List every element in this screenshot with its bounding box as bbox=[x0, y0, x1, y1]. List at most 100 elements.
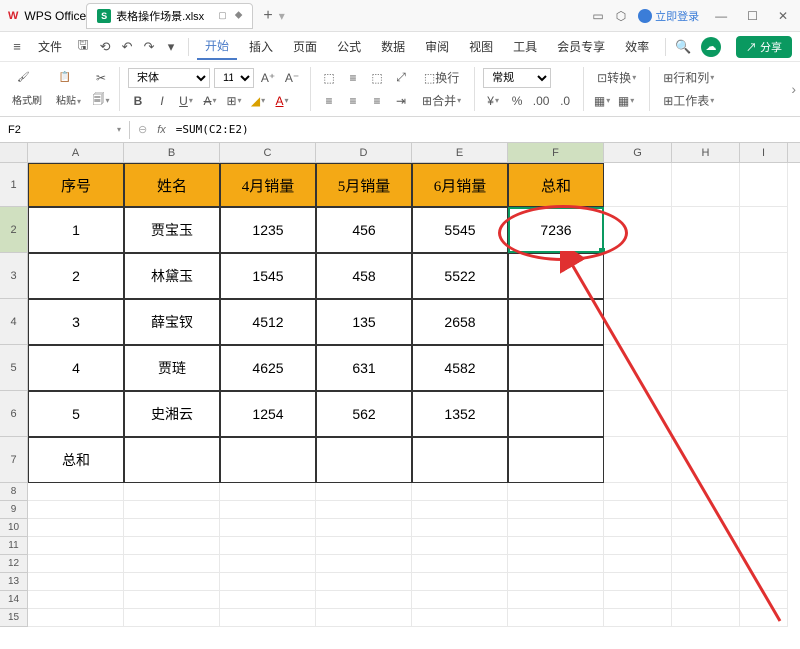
font-color-button[interactable]: A▾ bbox=[272, 91, 292, 111]
data-cell[interactable]: 631 bbox=[316, 345, 412, 391]
cell[interactable] bbox=[412, 555, 508, 573]
col-header-B[interactable]: B bbox=[124, 143, 220, 162]
cell[interactable] bbox=[124, 501, 220, 519]
cell[interactable] bbox=[316, 555, 412, 573]
convert-button[interactable]: ⊡ 转换▾ bbox=[592, 68, 641, 88]
cell[interactable] bbox=[220, 519, 316, 537]
cube-icon[interactable]: ⬡ bbox=[616, 9, 626, 23]
increase-font-button[interactable]: A⁺ bbox=[258, 68, 278, 88]
hamburger-icon[interactable]: ≡ bbox=[8, 38, 26, 56]
tab-start[interactable]: 开始 bbox=[197, 33, 237, 60]
header-cell[interactable]: 姓名 bbox=[124, 163, 220, 207]
data-cell[interactable]: 4625 bbox=[220, 345, 316, 391]
cell[interactable] bbox=[672, 609, 740, 627]
fill-handle[interactable] bbox=[599, 248, 605, 254]
cell[interactable] bbox=[740, 573, 788, 591]
cell[interactable] bbox=[740, 345, 788, 391]
cell[interactable] bbox=[508, 573, 604, 591]
cell[interactable] bbox=[220, 537, 316, 555]
data-cell[interactable] bbox=[316, 437, 412, 483]
cell[interactable] bbox=[316, 483, 412, 501]
tab-page[interactable]: 页面 bbox=[285, 34, 325, 59]
minimize-button[interactable]: — bbox=[711, 7, 731, 25]
align-top-button[interactable]: ⬚ bbox=[319, 68, 339, 88]
percent-button[interactable]: % bbox=[507, 91, 527, 111]
col-header-C[interactable]: C bbox=[220, 143, 316, 162]
total-label-cell[interactable]: 总和 bbox=[28, 437, 124, 483]
cell[interactable] bbox=[124, 537, 220, 555]
namebox-dropdown-icon[interactable]: ▾ bbox=[117, 125, 121, 134]
cell[interactable] bbox=[604, 537, 672, 555]
row-header-11[interactable]: 11 bbox=[0, 537, 28, 555]
cell[interactable] bbox=[28, 519, 124, 537]
cell[interactable] bbox=[740, 253, 788, 299]
cell[interactable] bbox=[740, 501, 788, 519]
ribbon-expand-icon[interactable]: › bbox=[791, 81, 796, 97]
cell[interactable] bbox=[124, 519, 220, 537]
data-cell[interactable]: 3 bbox=[28, 299, 124, 345]
data-cell[interactable]: 史湘云 bbox=[124, 391, 220, 437]
cell[interactable] bbox=[316, 501, 412, 519]
cell[interactable] bbox=[220, 609, 316, 627]
data-cell[interactable]: 1 bbox=[28, 207, 124, 253]
align-center-button[interactable]: ≡ bbox=[343, 91, 363, 111]
file-tab[interactable]: S 表格操作场景.xlsx ▢ ⬥ bbox=[86, 3, 253, 29]
cell[interactable] bbox=[672, 537, 740, 555]
cell[interactable] bbox=[220, 555, 316, 573]
undo-icon[interactable]: ↶ bbox=[118, 38, 136, 56]
cell[interactable] bbox=[604, 345, 672, 391]
tab-review[interactable]: 审阅 bbox=[417, 34, 457, 59]
cell[interactable] bbox=[740, 537, 788, 555]
format-painter-button[interactable]: 🖌 格式刷 bbox=[8, 70, 46, 109]
currency-button[interactable]: ¥▾ bbox=[483, 91, 503, 111]
border-button[interactable]: ⊞▾ bbox=[224, 91, 244, 111]
dropdown-icon[interactable]: ▾ bbox=[162, 38, 180, 56]
cell[interactable] bbox=[672, 555, 740, 573]
cell[interactable] bbox=[412, 609, 508, 627]
bold-button[interactable]: B bbox=[128, 91, 148, 111]
styles-button[interactable]: ▦▾ bbox=[592, 91, 612, 111]
cell[interactable] bbox=[508, 609, 604, 627]
data-cell[interactable]: 1254 bbox=[220, 391, 316, 437]
cell[interactable] bbox=[604, 437, 672, 483]
cell[interactable] bbox=[508, 519, 604, 537]
cell[interactable] bbox=[604, 207, 672, 253]
cell[interactable] bbox=[740, 591, 788, 609]
row-header-13[interactable]: 13 bbox=[0, 573, 28, 591]
cell[interactable] bbox=[672, 437, 740, 483]
cell[interactable] bbox=[740, 391, 788, 437]
cell[interactable] bbox=[508, 501, 604, 519]
cell[interactable] bbox=[220, 501, 316, 519]
data-cell[interactable]: 贾宝玉 bbox=[124, 207, 220, 253]
cloud-icon[interactable]: ☁ bbox=[701, 37, 721, 57]
tab-vip[interactable]: 会员专享 bbox=[549, 34, 613, 59]
format-button[interactable]: ▦▾ bbox=[616, 91, 636, 111]
cell[interactable] bbox=[672, 591, 740, 609]
underline-button[interactable]: U▾ bbox=[176, 91, 196, 111]
data-cell[interactable] bbox=[508, 437, 604, 483]
data-cell[interactable] bbox=[508, 299, 604, 345]
cell[interactable] bbox=[604, 299, 672, 345]
cancel-formula-icon[interactable]: ⊖ bbox=[138, 123, 147, 136]
cell[interactable] bbox=[508, 591, 604, 609]
header-cell[interactable]: 6月销量 bbox=[412, 163, 508, 207]
strikethrough-button[interactable]: A▾ bbox=[200, 91, 220, 111]
row-header-14[interactable]: 14 bbox=[0, 591, 28, 609]
cell[interactable] bbox=[604, 391, 672, 437]
data-cell[interactable]: 458 bbox=[316, 253, 412, 299]
cell[interactable] bbox=[740, 207, 788, 253]
data-cell[interactable]: 456 bbox=[316, 207, 412, 253]
cell[interactable] bbox=[124, 591, 220, 609]
col-header-I[interactable]: I bbox=[740, 143, 788, 162]
data-cell[interactable] bbox=[220, 437, 316, 483]
data-cell[interactable] bbox=[412, 437, 508, 483]
search-icon[interactable]: 🔍 bbox=[674, 38, 692, 56]
decrease-font-button[interactable]: A⁻ bbox=[282, 68, 302, 88]
cell[interactable] bbox=[124, 573, 220, 591]
save-icon[interactable]: 🖫 bbox=[74, 38, 92, 56]
header-cell[interactable]: 4月销量 bbox=[220, 163, 316, 207]
data-cell[interactable]: 562 bbox=[316, 391, 412, 437]
cut-button[interactable]: ✂ bbox=[91, 68, 111, 88]
data-cell[interactable] bbox=[508, 345, 604, 391]
cell[interactable] bbox=[604, 483, 672, 501]
